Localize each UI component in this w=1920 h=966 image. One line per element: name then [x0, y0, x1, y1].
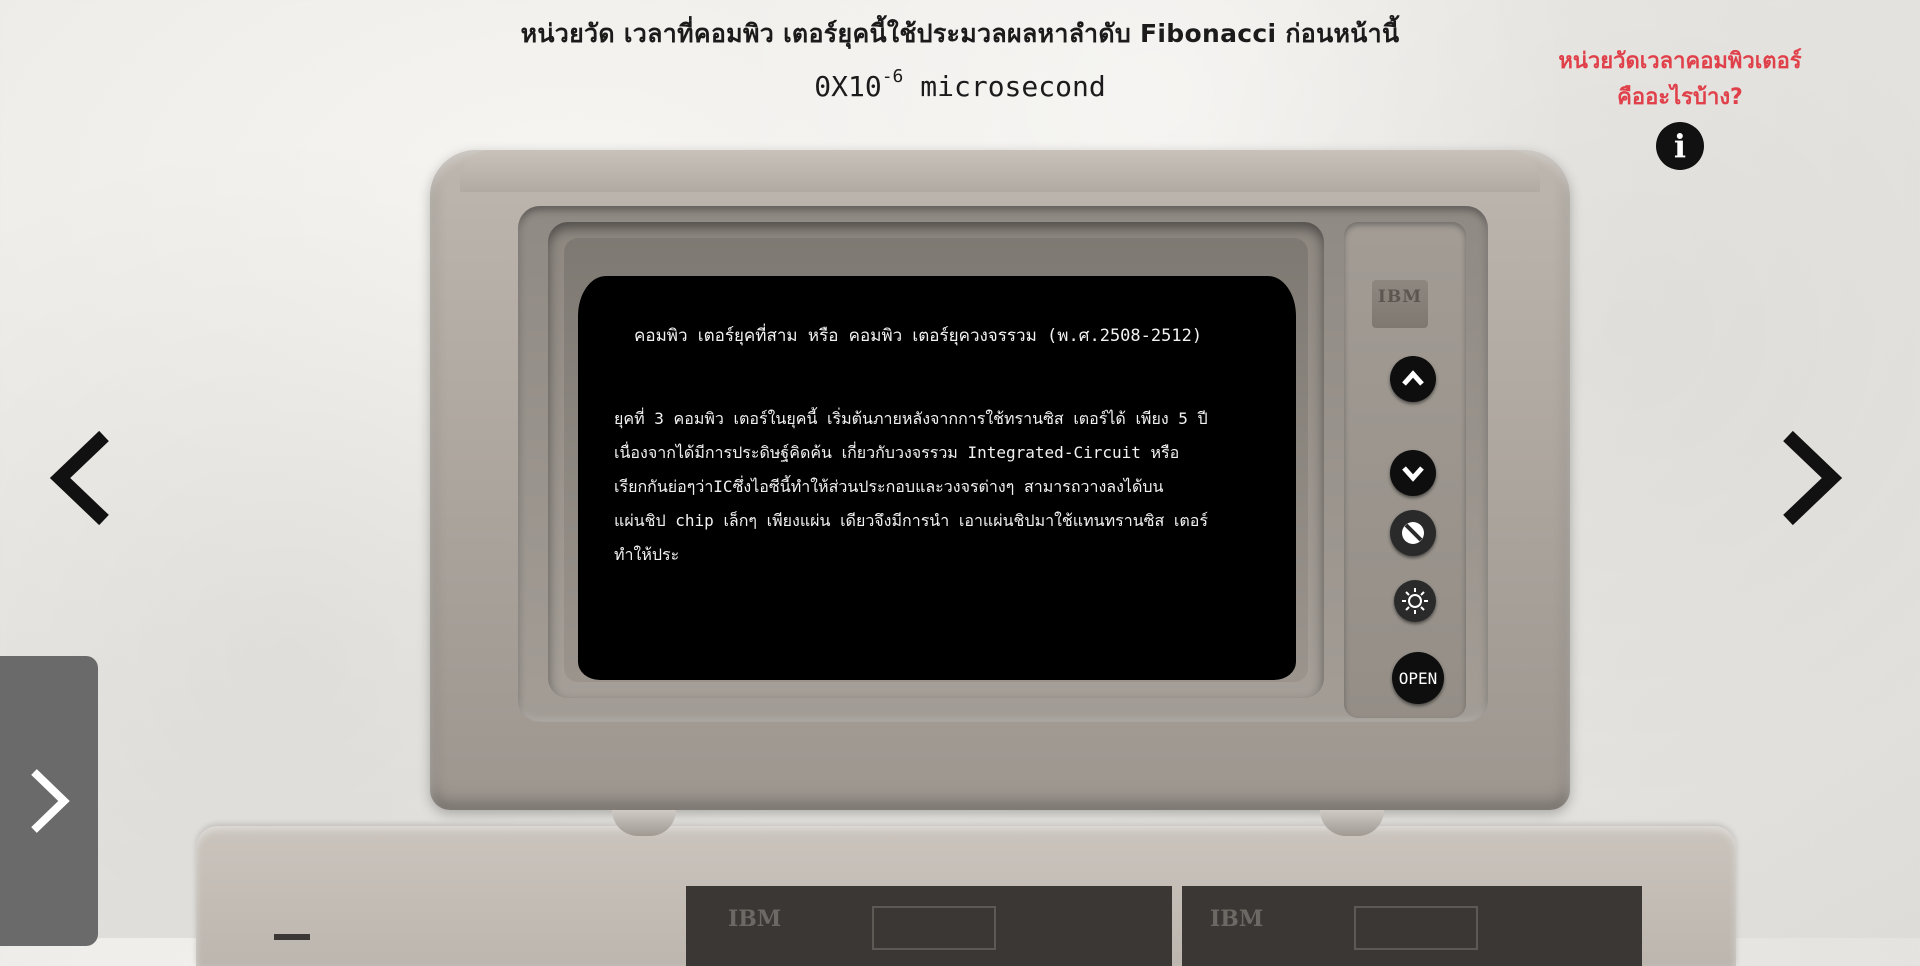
- scroll-up-button[interactable]: [1390, 356, 1436, 402]
- previous-slide-button[interactable]: [46, 428, 116, 528]
- measure-unit: microsecond: [903, 70, 1106, 103]
- measure-value: 0X10: [814, 70, 882, 103]
- next-slide-button[interactable]: [1776, 428, 1846, 528]
- drive-bay-right-brand: IBM: [1210, 906, 1264, 932]
- chevron-left-icon: [49, 430, 109, 526]
- base-vent: [274, 934, 310, 940]
- info-link-line1: หน่วยวัดเวลาคอมพิวเตอร์: [1558, 49, 1802, 74]
- drive-bay-left-brand: IBM: [728, 906, 782, 932]
- brand-logo: IBM: [1372, 280, 1428, 328]
- chevron-right-icon: [1783, 430, 1843, 526]
- side-drawer-toggle[interactable]: [0, 656, 98, 946]
- info-link-line2: คืออะไรบ้าง?: [1617, 85, 1743, 110]
- scroll-down-button[interactable]: [1390, 450, 1436, 496]
- measure-exponent: -6: [881, 66, 904, 87]
- sun-icon: [1402, 588, 1428, 614]
- screen-title: คอมพิว เตอร์ยุคที่สาม หรือ คอมพิว เตอร์ย…: [634, 326, 1203, 346]
- chevron-right-icon: [31, 769, 70, 833]
- chevron-down-icon: [1402, 466, 1424, 482]
- contrast-button[interactable]: [1390, 510, 1436, 556]
- open-button[interactable]: OPEN: [1392, 652, 1444, 704]
- monitor-top-edge: [460, 150, 1540, 192]
- screen-body-text: ยุคที่ 3 คอมพิว เตอร์ในยุคนี้ เริ่มต้นภา…: [614, 409, 1208, 564]
- info-icon[interactable]: i: [1656, 122, 1704, 170]
- time-units-info-link[interactable]: หน่วยวัดเวลาคอมพิวเตอร์ คืออะไรบ้าง? i: [1540, 44, 1820, 170]
- chevron-up-icon: [1402, 370, 1424, 386]
- monitor-screen: คอมพิว เตอร์ยุคที่สาม หรือ คอมพิว เตอร์ย…: [578, 276, 1296, 680]
- contrast-icon: [1402, 522, 1424, 544]
- drive-slot-left: [872, 906, 996, 950]
- drive-slot-right: [1354, 906, 1478, 950]
- brightness-button[interactable]: [1394, 580, 1436, 622]
